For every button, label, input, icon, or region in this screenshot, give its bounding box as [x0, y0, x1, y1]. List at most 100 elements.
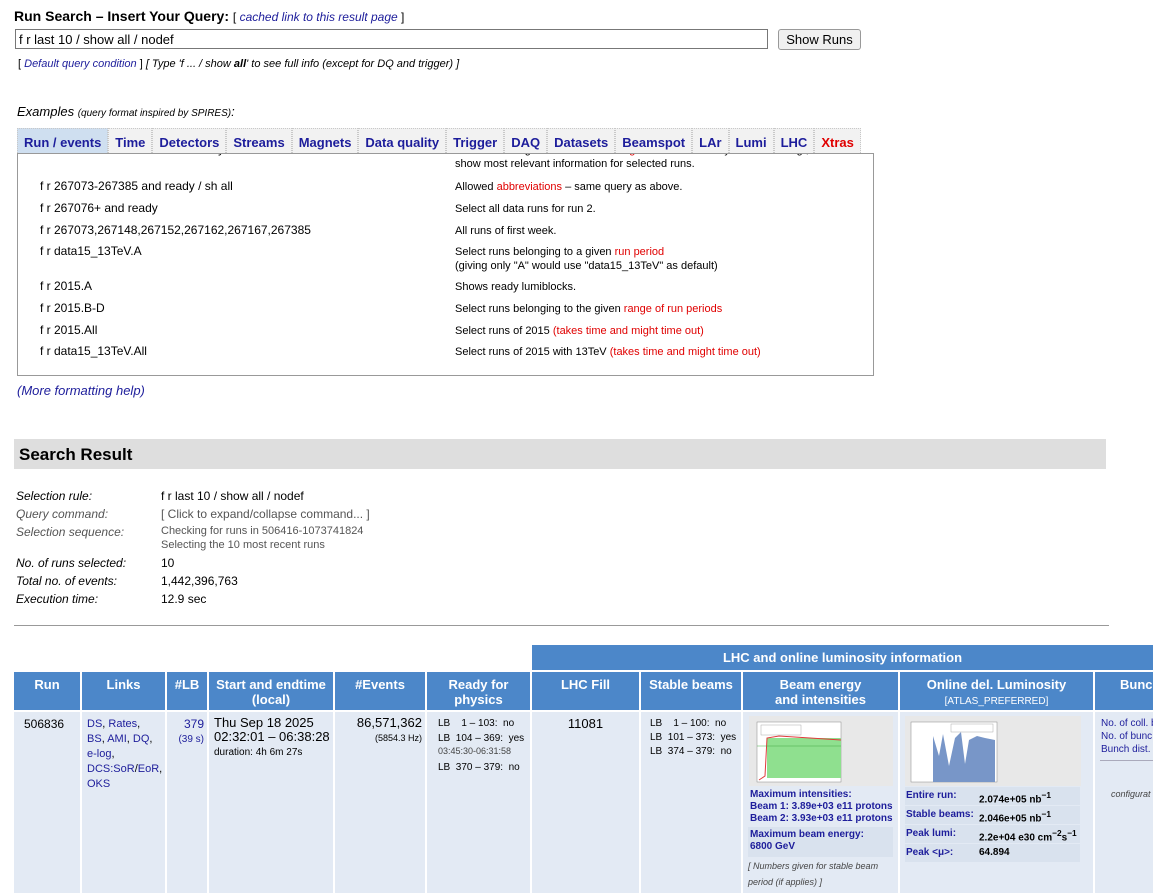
tab-6[interactable]: Trigger — [446, 128, 505, 153]
start-date: Thu Sep 18 2025 — [214, 715, 314, 730]
default-query-link[interactable]: Default query condition — [24, 58, 137, 70]
col-events: #Events — [335, 672, 425, 710]
link-bs[interactable]: BS — [87, 733, 102, 745]
tab-3[interactable]: Streams — [226, 128, 292, 153]
lumi-mu-label: Peak <μ>: — [906, 847, 954, 858]
desc-text: Select runs of 2015 with 13TeV — [455, 346, 610, 358]
examples-tabs: Run / events Time Detectors Streams Magnets D… — [17, 128, 861, 153]
example-query[interactable]: f r data15_13TeV.All — [40, 344, 147, 358]
query-input[interactable] — [15, 29, 768, 49]
lumi-mu-value: 64.894 — [979, 847, 1010, 858]
tab-1[interactable]: Time — [108, 128, 153, 153]
cell-fill: 11081 — [532, 712, 639, 893]
example-query[interactable]: f r 267076+ and ready — [40, 201, 158, 215]
stable-range: LB 374 – 379: no — [650, 746, 732, 757]
example-query[interactable]: f r 2015.A — [40, 279, 92, 293]
bunch-divider — [1100, 760, 1153, 761]
cell-start-end: Thu Sep 18 2025 02:32:01 – 06:38:28 dura… — [209, 712, 333, 893]
link-ami[interactable]: AMI — [107, 733, 127, 745]
tab-2[interactable]: Detectors — [152, 128, 227, 153]
search-result-heading: Search Result — [19, 445, 133, 464]
more-formatting-help-link[interactable]: (More formatting help) — [17, 383, 145, 398]
cell-run[interactable]: 506836 — [14, 712, 80, 893]
tab-7[interactable]: DAQ — [504, 128, 548, 153]
example-description: Select runs of 2015 with 13TeV (takes ti… — [455, 345, 761, 359]
lumi-stable-text: 2.046e+05 nb — [979, 813, 1042, 825]
col-ready-l1: Ready for — [448, 677, 509, 692]
tab-10[interactable]: LAr — [692, 128, 729, 153]
example-description: Shows ready lumiblocks. — [455, 280, 576, 294]
link-oks[interactable]: OKS — [87, 778, 110, 790]
col-bunch: Bunc — [1095, 672, 1153, 710]
col-ready: Ready for physics — [427, 672, 530, 710]
selection-rule-label: Selection rule: — [16, 489, 93, 503]
ready-range: LB 1 – 103: no — [438, 718, 515, 729]
link-elog[interactable]: e-log — [87, 748, 111, 760]
table-header-spacer — [14, 645, 530, 670]
ready-range: LB 104 – 369: yes — [438, 733, 525, 744]
example-description: Allowed abbreviations – same query as ab… — [455, 180, 682, 194]
bunch-line: No. of bunc — [1101, 731, 1153, 742]
desc-text: All runs of first week. — [455, 225, 557, 237]
link-eor[interactable]: EoR — [138, 763, 159, 775]
link-ds[interactable]: DS — [87, 718, 102, 730]
tab-4[interactable]: Magnets — [291, 128, 359, 153]
bunch-info: No. of coll. b No. of bunc Bunch dist. — [1101, 717, 1153, 756]
example-description: Select runs of 2015 (takes time and migh… — [455, 324, 704, 338]
cell-events: 86,571,362 (5854.3 Hz) — [335, 712, 425, 893]
col-beam: Beam energy and intensities — [743, 672, 898, 710]
example-description: All runs of first week. — [455, 224, 556, 238]
cached-link-wrapper: [ cached link to this result page ] — [233, 10, 404, 24]
example-query[interactable]: f r 267073,267148,267152,267162,267167,2… — [40, 223, 311, 237]
note-line: period (if applies) ] — [748, 877, 823, 887]
duration: duration: 4h 6m 27s — [214, 747, 303, 758]
example-query[interactable]: f r 2015.B-D — [40, 301, 105, 315]
link-dcs-sor[interactable]: DCS:SoR — [87, 763, 135, 775]
tab-9[interactable]: Beamspot — [615, 128, 693, 153]
luminosity-plot[interactable] — [905, 716, 1081, 786]
stable-range: LB 1 – 100: no — [650, 718, 727, 729]
start-end-time: 02:32:01 – 06:38:28 — [214, 729, 330, 744]
desc-link[interactable]: range of run periods — [624, 303, 722, 315]
max-int-label: Maximum intensities: — [750, 789, 852, 800]
cell-links: DS, Rates, BS, AMI, DQ, e-log, DCS:SoR/E… — [82, 712, 165, 893]
cached-link[interactable]: cached link to this result page — [240, 10, 398, 24]
desc-link[interactable]: run number range — [554, 154, 641, 156]
total-events-label: Total no. of events: — [16, 574, 117, 588]
desc-text: (giving only "A" would use "data15_13TeV… — [455, 260, 718, 272]
desc-link[interactable]: abbreviations — [497, 181, 562, 193]
link-dq[interactable]: DQ — [133, 733, 150, 745]
example-description: Select all data runs for run 2. — [455, 202, 596, 216]
search-result-header: Search Result — [14, 439, 1106, 469]
example-query[interactable]: f r 2015.All — [40, 323, 97, 337]
lb-count[interactable]: 379 — [184, 717, 204, 731]
query-hint: [ Default query condition ] [ Type 'f ..… — [18, 58, 460, 70]
col-lumi-l2: [ATLAS_PREFERRED] — [944, 696, 1049, 707]
tab-12[interactable]: LHC — [773, 128, 815, 153]
lumi-peak-value: 2.2e+04 e30 cm−2s−1 — [979, 828, 1077, 844]
example-query[interactable]: f r data15_13TeV.A — [40, 244, 142, 258]
beam-intensity-plot[interactable] — [749, 716, 893, 786]
example-query[interactable]: f r 267073-267385 and ready / sh all — [40, 179, 233, 193]
col-lb: #LB — [167, 672, 207, 710]
desc-text: Select runs of 2015 — [455, 325, 553, 337]
link-rates[interactable]: Rates — [108, 718, 137, 730]
selection-rule-value: f r last 10 / show all / nodef — [161, 489, 304, 503]
desc-link[interactable]: (takes time and might time out) — [553, 325, 704, 337]
show-runs-button[interactable]: Show Runs — [778, 29, 861, 50]
desc-link[interactable]: run period — [615, 246, 665, 258]
col-links: Links — [82, 672, 165, 710]
desc-text: Select runs belonging to the given — [455, 303, 624, 315]
hint-text: [ Type 'f ... / show all' to see full in… — [145, 58, 460, 70]
query-command-toggle[interactable]: [ Click to expand/collapse command... ] — [161, 507, 370, 521]
example-query[interactable]: find run 267073-267385 and ready / show … — [40, 154, 278, 156]
tab-0[interactable]: Run / events — [17, 128, 109, 153]
desc-text: Select runs belonging to a given — [455, 246, 615, 258]
tab-8[interactable]: Datasets — [547, 128, 616, 153]
tab-13[interactable]: Xtras — [814, 128, 861, 153]
desc-link[interactable]: (takes time and might time out) — [610, 346, 761, 358]
tab-11[interactable]: Lumi — [728, 128, 774, 153]
tab-5[interactable]: Data quality — [358, 128, 447, 153]
desc-text: Shows ready lumiblocks. — [455, 281, 577, 293]
col-fill: LHC Fill — [532, 672, 639, 710]
